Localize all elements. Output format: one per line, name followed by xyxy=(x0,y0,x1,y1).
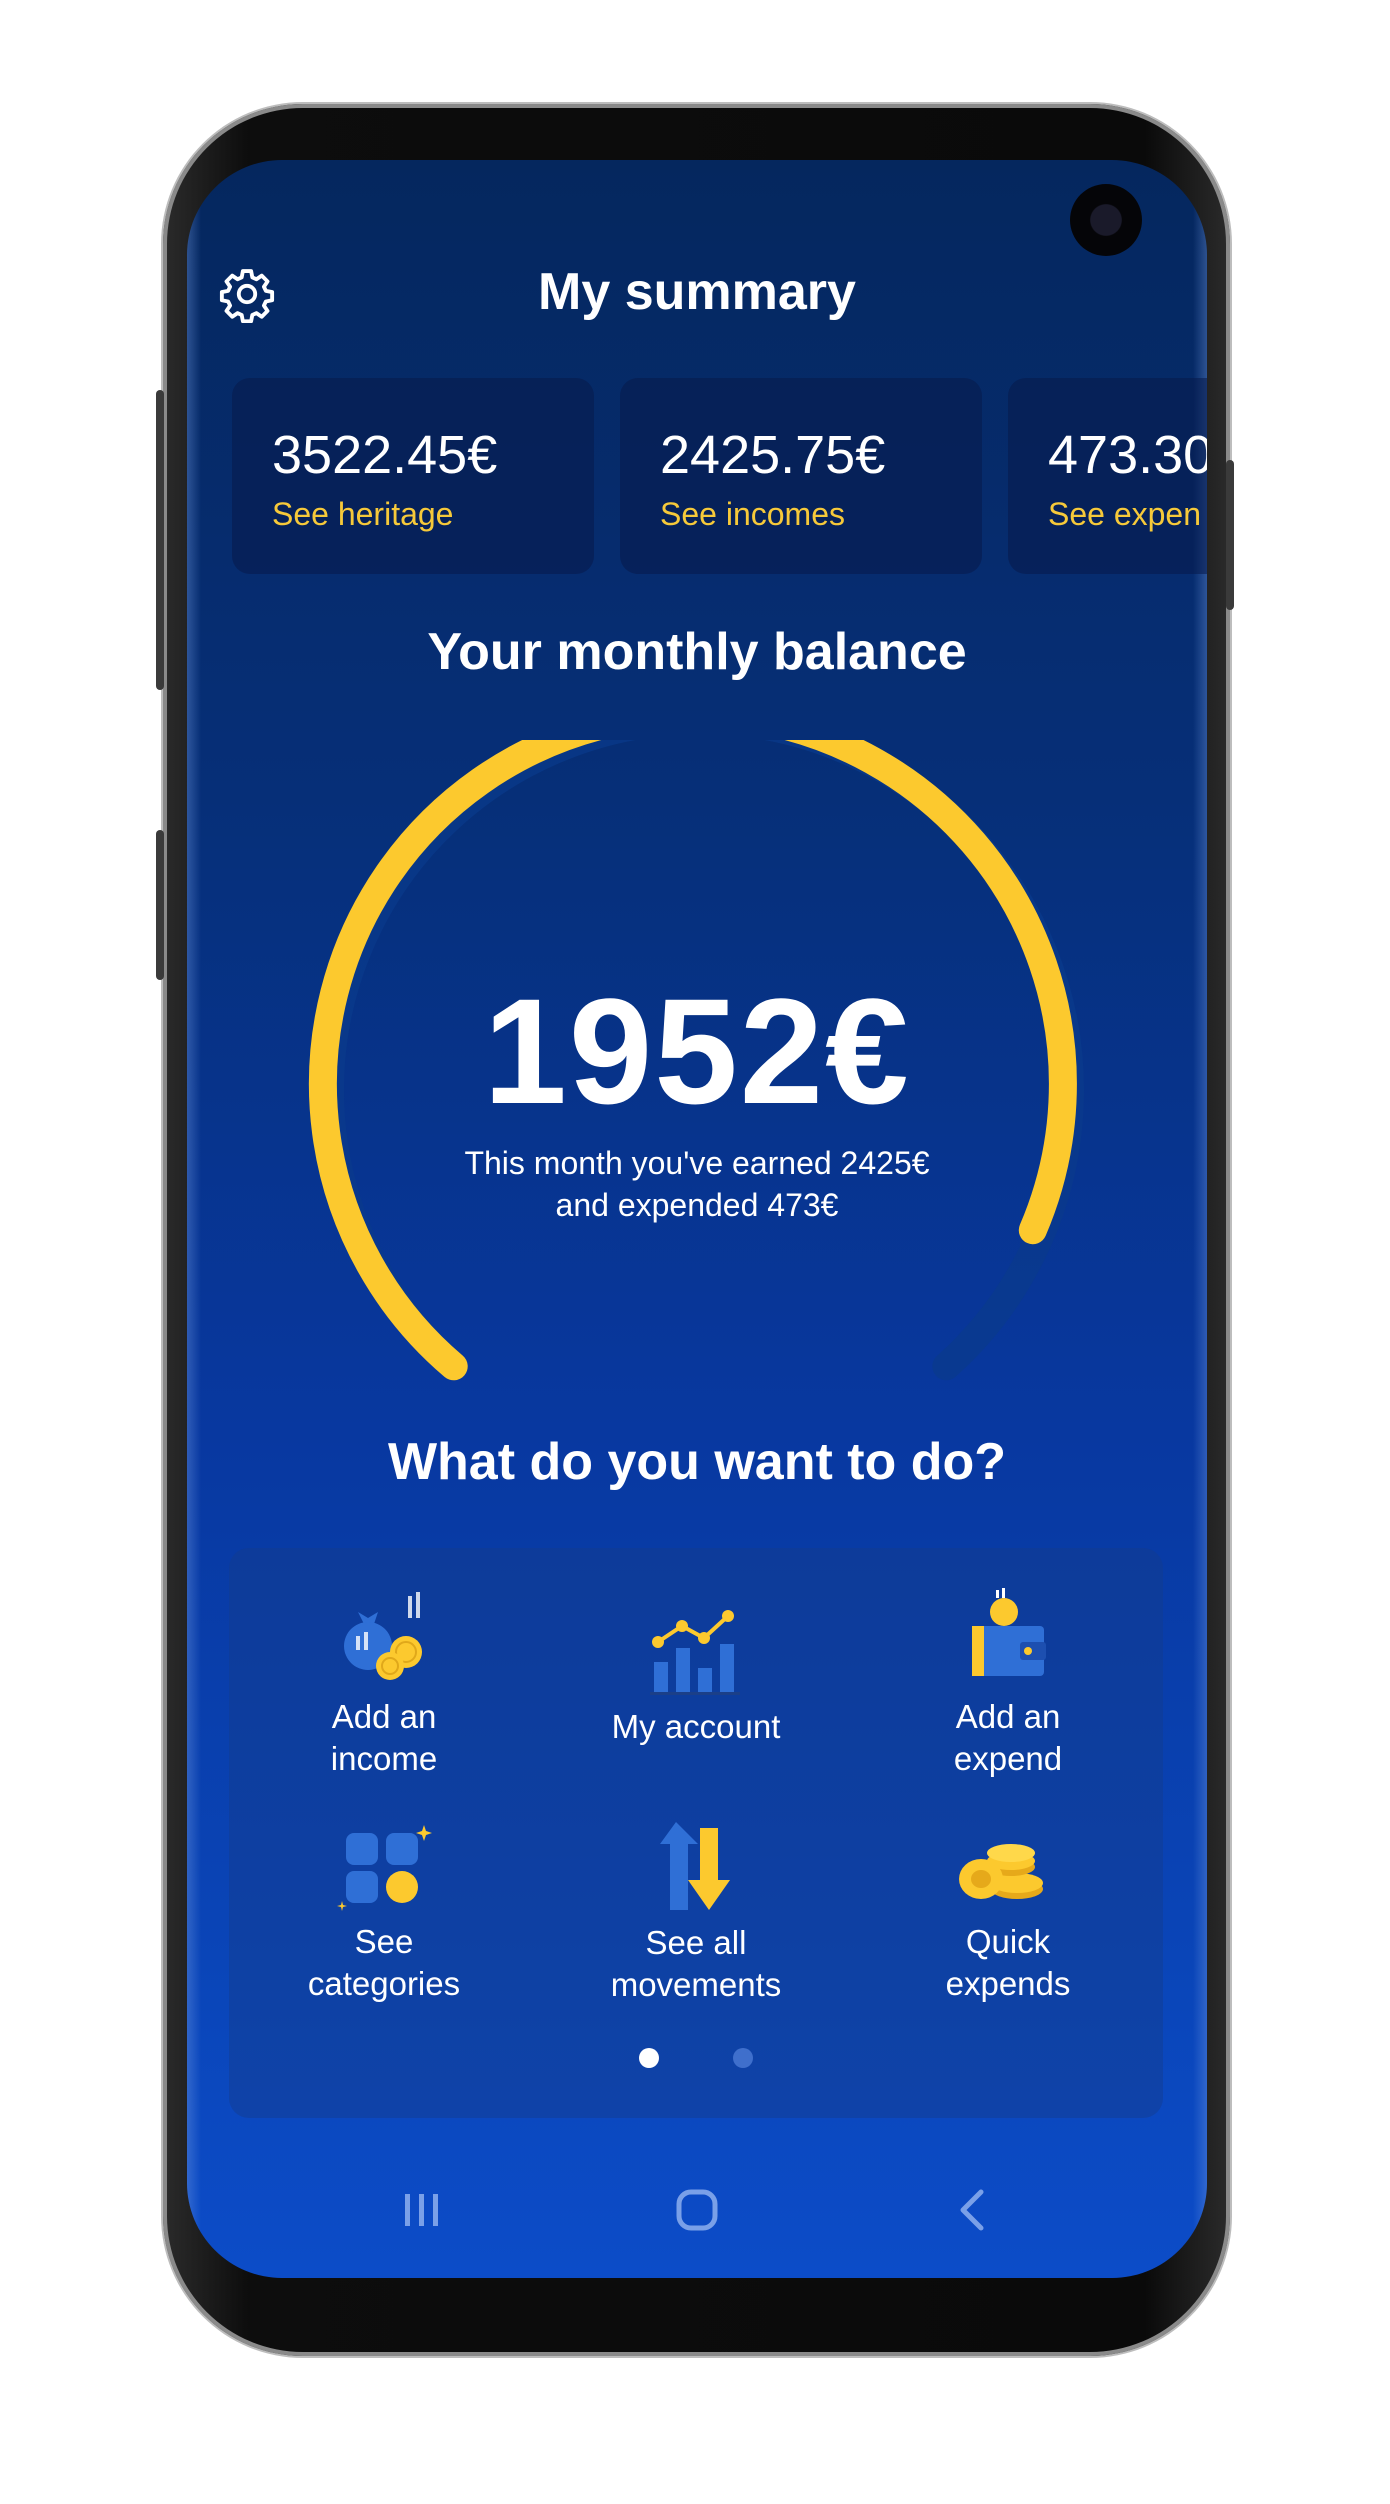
earned-text: This month you've earned 2425€ xyxy=(464,1145,930,1181)
pager-dot[interactable] xyxy=(733,2048,753,2068)
add-income-label-1: Add an xyxy=(331,1698,437,1735)
add-expend-label-2: expend xyxy=(953,1740,1063,1777)
my-account-button[interactable]: My account xyxy=(546,1608,846,1748)
home-icon[interactable] xyxy=(662,2180,732,2240)
coins-icon xyxy=(959,1844,1043,1899)
expenses-amount: 473.30 xyxy=(1048,425,1207,485)
add-expend-label-1: Add an xyxy=(955,1698,1061,1735)
see-incomes-link[interactable]: See incomes xyxy=(660,496,845,533)
add-expend-button[interactable]: Add an expend xyxy=(858,1588,1158,1780)
see-expenses-link[interactable]: See expen xyxy=(1048,496,1201,533)
system-navigation-bar xyxy=(187,2150,1207,2278)
actions-title: What do you want to do? xyxy=(387,1433,1007,1491)
see-categories-label-1: See xyxy=(354,1923,414,1960)
see-all-movements-button[interactable]: See all movements xyxy=(546,1818,846,2006)
recent-apps-icon[interactable] xyxy=(387,2180,457,2240)
add-income-button[interactable]: Add an income xyxy=(234,1588,534,1780)
bixby-button xyxy=(156,830,164,980)
monthly-balance-title: Your monthly balance xyxy=(427,623,967,681)
quick-expends-label-2: expends xyxy=(945,1965,1071,2002)
see-heritage-link[interactable]: See heritage xyxy=(272,496,453,533)
quick-expends-button[interactable]: Quick expends xyxy=(858,1823,1158,2005)
power-button xyxy=(1226,460,1234,610)
my-account-label: My account xyxy=(611,1708,781,1745)
chart-icon xyxy=(650,1610,740,1695)
heritage-card[interactable]: 3522.45€ See heritage xyxy=(232,378,594,574)
volume-button xyxy=(156,390,164,690)
see-all-movements-label-2: movements xyxy=(610,1966,782,2003)
pager-dot-active[interactable] xyxy=(639,2048,659,2068)
money-bag-icon xyxy=(344,1592,422,1680)
wallet-icon xyxy=(972,1588,1046,1676)
summary-cards-carousel[interactable]: 3522.45€ See heritage 2425.75€ See incom… xyxy=(187,378,1207,578)
movements-icon xyxy=(660,1822,730,1910)
expended-text: and expended 473€ xyxy=(555,1187,839,1223)
balance-amount: 1952€ xyxy=(483,967,911,1135)
categories-icon xyxy=(337,1825,432,1911)
heritage-amount: 3522.45€ xyxy=(272,425,498,485)
see-categories-button[interactable]: See categories xyxy=(234,1823,534,2005)
see-all-movements-label-1: See all xyxy=(645,1924,747,1961)
front-camera xyxy=(1070,184,1142,256)
quick-expends-label-1: Quick xyxy=(965,1923,1051,1960)
page-title: My summary xyxy=(538,263,856,321)
incomes-amount: 2425.75€ xyxy=(660,425,886,485)
expenses-card[interactable]: 473.30 See expen xyxy=(1008,378,1207,574)
add-income-label-2: income xyxy=(330,1740,438,1777)
incomes-card[interactable]: 2425.75€ See incomes xyxy=(620,378,982,574)
actions-panel: Add an income My account Add an expend S… xyxy=(229,1548,1163,2118)
back-icon[interactable] xyxy=(937,2180,1007,2240)
see-categories-label-2: categories xyxy=(307,1965,461,2002)
